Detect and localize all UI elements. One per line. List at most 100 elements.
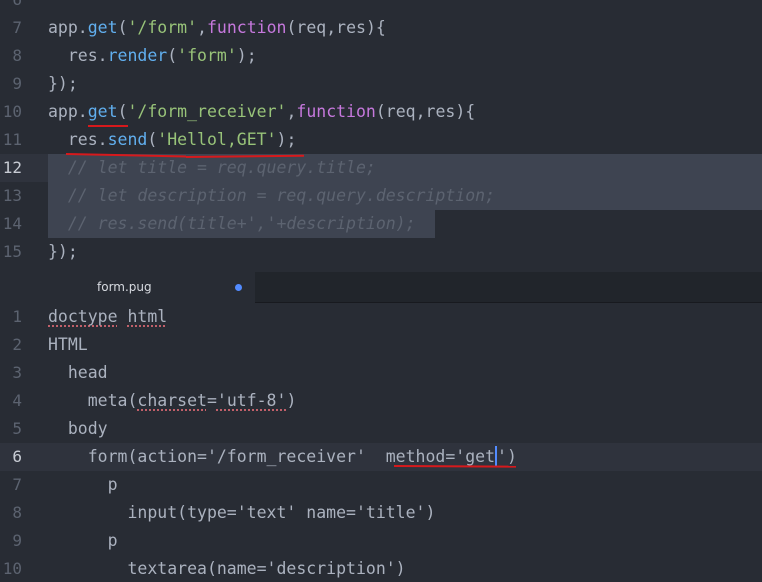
code-token: }); bbox=[48, 74, 78, 93]
code-token: (req,res){ bbox=[375, 102, 476, 121]
line-number: 10 bbox=[2, 559, 22, 578]
line-number: 13 bbox=[2, 186, 22, 205]
line-number: 7 bbox=[12, 475, 22, 494]
tab-form-pug[interactable]: form.pug bbox=[0, 272, 255, 303]
code-line[interactable]: 3 head bbox=[0, 359, 762, 387]
code-line[interactable]: 15}); bbox=[0, 238, 762, 266]
code-line[interactable]: 10 textarea(name='description') bbox=[0, 555, 762, 582]
code-token: ( bbox=[147, 130, 158, 149]
code-token: send bbox=[107, 130, 148, 149]
line-number: 6 bbox=[0, 0, 22, 14]
code-token: = bbox=[206, 391, 217, 410]
code-line[interactable]: 12 // let title = req.query.title; bbox=[0, 154, 762, 182]
code-text: doctype html bbox=[48, 303, 167, 331]
code-line[interactable]: 9 p bbox=[0, 527, 762, 555]
code-token: // res.send(title+','+description); bbox=[48, 214, 416, 233]
code-token: meta( bbox=[48, 391, 138, 410]
code-token: ); bbox=[236, 46, 257, 65]
code-line[interactable]: 6 bbox=[0, 0, 762, 14]
line-number: 7 bbox=[12, 18, 22, 37]
code-line[interactable]: 7 app.get('/form',function(req,res){ bbox=[0, 14, 762, 42]
code-token: , bbox=[286, 102, 297, 121]
code-text: p bbox=[48, 471, 118, 499]
code-line[interactable]: 7 p bbox=[0, 471, 762, 499]
code-line[interactable]: 13 // let description = req.query.descri… bbox=[0, 182, 762, 210]
code-line[interactable]: 1 doctype html bbox=[0, 303, 762, 331]
code-token: '/form' bbox=[127, 18, 198, 37]
code-text: // let title = req.query.title; bbox=[48, 154, 376, 182]
line-number: 8 bbox=[12, 503, 22, 522]
code-text: body bbox=[48, 415, 108, 443]
code-token: form(action='/form_receiver' method='get bbox=[48, 447, 496, 466]
line-number: 3 bbox=[12, 363, 22, 382]
code-line[interactable]: 14 // res.send(title+','+description); bbox=[0, 210, 762, 238]
code-token: function bbox=[206, 18, 287, 37]
line-number: 11 bbox=[2, 130, 22, 149]
code-token: }); bbox=[48, 242, 78, 261]
code-token: ( bbox=[117, 102, 128, 121]
code-line[interactable]: 4 meta(charset='utf-8') bbox=[0, 387, 762, 415]
code-text: head bbox=[48, 359, 108, 387]
code-token: , bbox=[197, 18, 207, 37]
code-token: render bbox=[107, 46, 168, 65]
code-line[interactable]: 10 app.get('/form_receiver',function(req,… bbox=[0, 98, 762, 126]
line-number: 15 bbox=[2, 242, 22, 261]
code-text: res.render('form'); bbox=[48, 42, 257, 70]
code-token: // let description = req.query.descripti… bbox=[48, 186, 496, 205]
line-number: 12 bbox=[2, 158, 22, 177]
code-line[interactable]: 6 form(action='/form_receiver' method='g… bbox=[0, 443, 762, 471]
code-text: meta(charset='utf-8') bbox=[48, 387, 297, 415]
code-token: html bbox=[127, 307, 168, 326]
code-line[interactable]: 11 res.send('Hellol,GET'); bbox=[0, 126, 762, 154]
code-token: p bbox=[48, 531, 118, 550]
line-number: 9 bbox=[12, 74, 22, 93]
code-token: doctype bbox=[48, 307, 118, 326]
code-token: app. bbox=[48, 102, 88, 121]
code-token: // let title = req.query.title; bbox=[48, 158, 376, 177]
line-number: 14 bbox=[2, 214, 22, 233]
line-number: 9 bbox=[12, 531, 22, 550]
code-token: 'form' bbox=[177, 46, 237, 65]
code-line[interactable]: 5 body bbox=[0, 415, 762, 443]
code-line[interactable]: 8 res.render('form'); bbox=[0, 42, 762, 70]
code-text: app.get('/form',function(req,res){ bbox=[48, 14, 386, 42]
code-text: input(type='text' name='title') bbox=[48, 499, 435, 527]
line-number: 10 bbox=[2, 102, 22, 121]
code-text: // let description = req.query.descripti… bbox=[48, 182, 495, 210]
code-token: app. bbox=[48, 18, 88, 37]
code-token: input(type='text' name='title') bbox=[48, 503, 436, 522]
code-token: ) bbox=[286, 391, 297, 410]
code-text: p bbox=[48, 527, 118, 555]
tab-title: form.pug bbox=[97, 280, 152, 294]
code-token: 'utf-8' bbox=[216, 391, 287, 410]
bottom-editor-pane[interactable]: 1 doctype html 2 HTML 3 head 4 meta(charset='… bbox=[0, 303, 762, 582]
code-text: }); bbox=[48, 238, 78, 266]
code-token: res. bbox=[48, 46, 108, 65]
code-token: get bbox=[87, 102, 118, 121]
code-line[interactable]: 2 HTML bbox=[0, 331, 762, 359]
code-token: get bbox=[87, 18, 118, 37]
code-token: res. bbox=[48, 130, 108, 149]
code-token: body bbox=[48, 419, 108, 438]
code-line[interactable]: 9}); bbox=[0, 70, 762, 98]
code-token: textarea(name='description') bbox=[48, 559, 406, 578]
code-text: // res.send(title+','+description); bbox=[48, 210, 416, 238]
line-number: 4 bbox=[12, 391, 22, 410]
code-text: }); bbox=[48, 70, 78, 98]
code-text: HTML bbox=[48, 331, 88, 359]
code-token: ( bbox=[117, 18, 128, 37]
code-token: HTML bbox=[48, 335, 88, 354]
code-token: '/form_receiver' bbox=[127, 102, 287, 121]
code-token: ( bbox=[167, 46, 178, 65]
code-token: (req,res){ bbox=[286, 18, 386, 37]
code-token: p bbox=[48, 475, 118, 494]
code-token: ); bbox=[276, 130, 297, 149]
code-token: function bbox=[296, 102, 376, 121]
code-text: app.get('/form_receiver',function(req,re… bbox=[48, 98, 475, 126]
top-editor-pane[interactable]: 67app.get('/form',function(req,res){8 re… bbox=[0, 0, 762, 272]
modified-dot-icon[interactable] bbox=[235, 284, 242, 291]
line-number: 2 bbox=[12, 335, 22, 354]
code-line[interactable]: 8 input(type='text' name='title') bbox=[0, 499, 762, 527]
line-number: 6 bbox=[12, 447, 22, 466]
